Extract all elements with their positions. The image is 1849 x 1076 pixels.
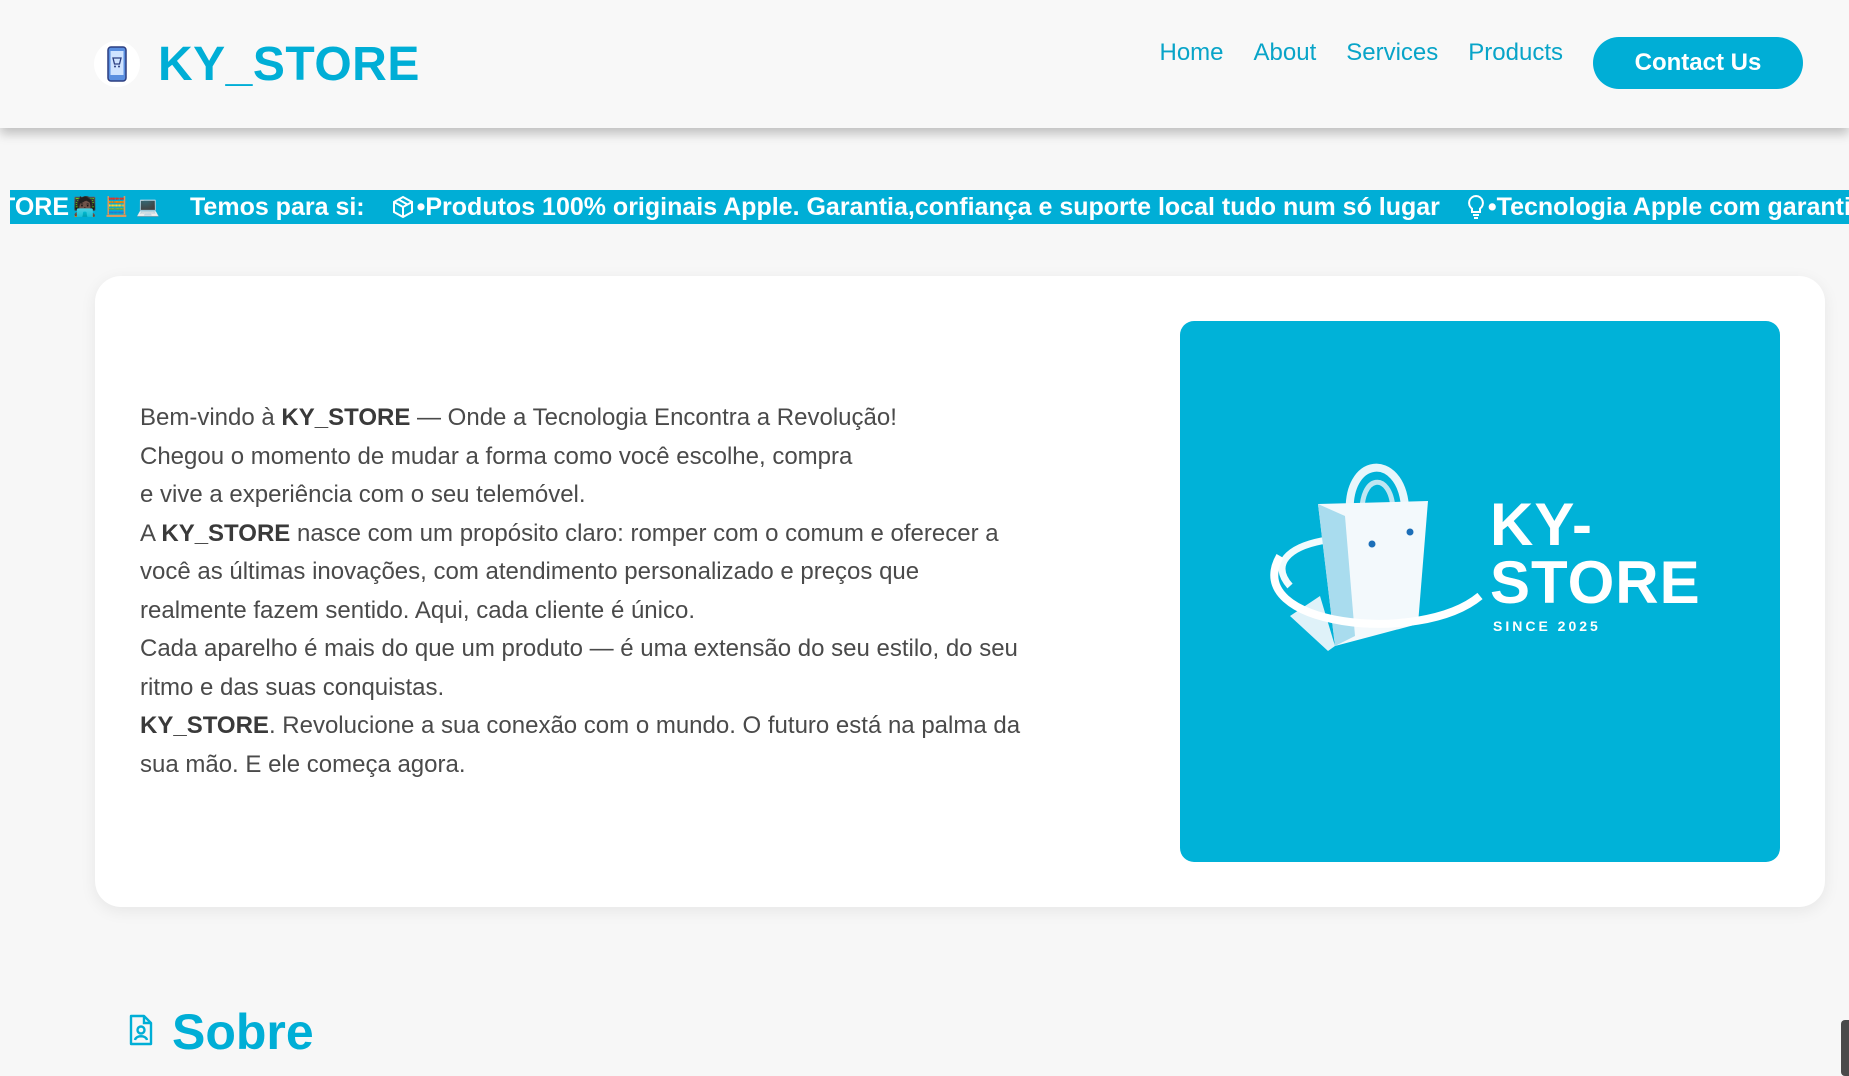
person-document-icon [128,1014,154,1051]
hero-line: Chegou o momento de mudar a forma como v… [140,442,853,470]
lightbulb-icon [1466,194,1486,220]
brand[interactable]: KY_STORE [94,37,420,91]
hero-brand-highlight: KY_STORE [281,404,411,431]
hero-line: realmente fazem sentido. Aqui, cada clie… [140,596,695,624]
hero-line: você as últimas inovações, com atendimen… [140,558,920,585]
laptop-emoji-icon: 💻 [136,197,161,218]
hero-brand-highlight: KY_STORE [161,519,291,547]
hero-description: Bem-vindo à KY_STORE — Onde a Tecnologia… [140,399,1140,784]
hero-text-segment: nasce com um propósito claro: romper com… [290,519,999,547]
logo-since-text: SINCE 2025 [1493,618,1601,634]
marquee-track: TORE 🧑🏿‍💻 🧮 💻 Temos para si: •Produtos 1… [10,190,1849,224]
hero-text-segment: A [140,519,162,547]
contact-us-button[interactable]: Contact Us [1593,37,1803,89]
nav-about-link[interactable]: About [1254,35,1317,71]
technologist-emoji-icon: 🧑🏿‍💻 [73,197,97,218]
nav-home-link[interactable]: Home [1160,35,1224,71]
marquee-item-originals: •Produtos 100% originais Apple. Garantia… [416,192,1440,221]
marquee-heading: Temos para si: [190,192,365,221]
hero-text-segment: . Revolucione a sua conexão com o mundo.… [268,712,1021,739]
hero-line: KY_STORE. Revolucione a sua conexão com … [140,707,1140,746]
abacus-emoji-icon: 🧮 [104,197,129,218]
hero-brand-highlight: KY_STORE [140,712,269,739]
shopping-bag-icon [1270,463,1483,651]
hero-card: Bem-vindo à KY_STORE — Onde a Tecnologia… [95,276,1825,907]
hero-line: Cada aparelho é mais do que um produto —… [140,635,1018,662]
hero-line: Bem-vindo à KY_STORE — Onde a Tecnologia… [140,399,1140,438]
section-title: Sobre [172,1004,314,1060]
hero-line: A KY_STORE nasce com um propósito claro:… [140,515,1140,554]
announcement-marquee: TORE 🧑🏿‍💻 🧮 💻 Temos para si: •Produtos 1… [10,190,1849,224]
about-section-heading: Sobre [128,1003,314,1061]
hero-text-segment: — Onde a Tecnologia Encontra a Revolução… [410,404,897,431]
store-logo-image: KY- STORE SINCE 2025 [1180,321,1780,862]
brand-name: KY_STORE [158,37,420,91]
package-icon [391,195,415,219]
logo-wordmark: KY- STORE [1490,491,1701,616]
phone-cart-icon [94,41,140,87]
hero-line: e vive a experiência com o seu telemóvel… [140,481,586,508]
marquee-item-warranty: •Tecnologia Apple com garantia [1487,192,1849,221]
hero-line: sua mão. E ele começa agora. [140,750,466,778]
nav-products-link[interactable]: Products [1468,35,1563,71]
nav-services-link[interactable]: Services [1346,35,1438,71]
site-header: KY_STORE Home About Services Products Co… [0,0,1849,128]
logo-title-line1: KY- [1490,491,1594,558]
marquee-lead-fragment: TORE [10,192,69,221]
hero-line: ritmo e das suas conquistas. [140,673,445,701]
logo-title-line2: STORE [1490,549,1701,616]
scrollbar-thumb[interactable] [1841,1020,1849,1076]
hero-text-segment: Bem-vindo à [140,404,282,431]
main-nav: Home About Services Products Contact Us [1160,37,1806,89]
